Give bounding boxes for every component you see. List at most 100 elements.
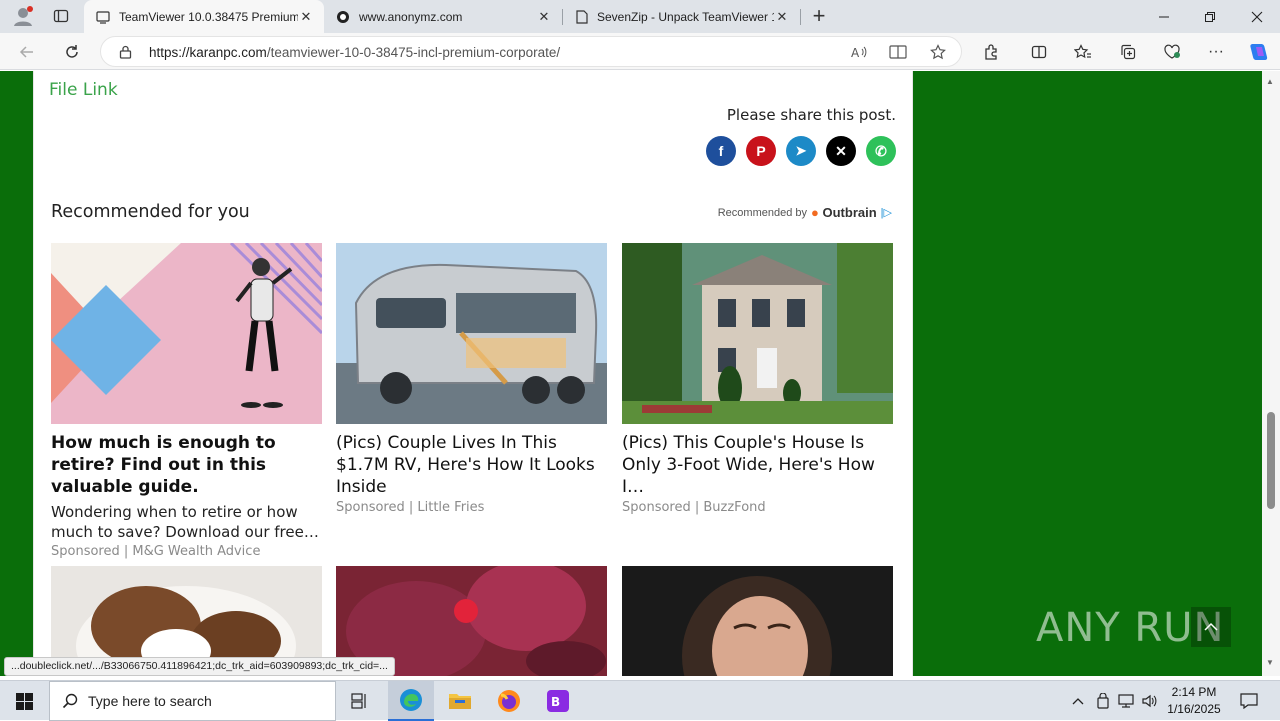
outbrain-logo: ● Outbrain <box>811 205 877 220</box>
card-sponsor: Sponsored | BuzzFond <box>622 500 766 515</box>
tab-teamviewer[interactable]: TeamViewer 10.0.38475 Premium ✕ <box>84 0 324 33</box>
card-sponsor: Sponsored | M&G Wealth Advice <box>51 544 261 559</box>
clock-time: 2:14 PM <box>1171 685 1217 699</box>
new-tab-button[interactable]: + <box>806 3 832 29</box>
page-scrollbar[interactable]: ▲ ▼ <box>1262 71 1280 676</box>
page-icon <box>96 10 110 24</box>
url-text[interactable]: https://karanpc.com/teamviewer-10-0-3847… <box>149 45 560 60</box>
tab-actions-icon[interactable] <box>46 3 76 29</box>
taskbar-edge[interactable] <box>388 681 434 721</box>
ad-choices-icon[interactable]: |▷ <box>881 206 892 219</box>
close-window-button[interactable] <box>1234 0 1280 33</box>
volume-icon[interactable] <box>1140 681 1160 721</box>
collections-icon[interactable] <box>1113 37 1143 67</box>
favorites-icon[interactable] <box>1068 37 1098 67</box>
recommendation-card[interactable]: (Pics) Couple Lives In This $1.7M RV, He… <box>336 243 607 515</box>
share-buttons: f P ➤ ✕ ✆ <box>706 136 896 166</box>
whatsapp-icon: ✆ <box>875 142 887 159</box>
recommendation-card[interactable]: (Pics) This Couple's House Is Only 3-Foo… <box>622 243 893 515</box>
whatsapp-share-button[interactable]: ✆ <box>866 136 896 166</box>
tray-security-icon[interactable] <box>1093 681 1113 721</box>
tab-strip: TeamViewer 10.0.38475 Premium ✕ www.anon… <box>0 0 1280 33</box>
back-button[interactable] <box>12 37 42 67</box>
close-tab-icon[interactable]: ✕ <box>774 9 790 25</box>
card-description: Wondering when to retire or how much to … <box>51 503 304 541</box>
recommended-heading: Recommended for you <box>51 202 250 222</box>
card-headline[interactable]: (Pics) Couple Lives In This $1.7M RV, He… <box>336 432 607 498</box>
app-icon: B <box>547 690 569 712</box>
search-placeholder: Type here to search <box>88 693 212 709</box>
immersive-reader-icon[interactable] <box>883 37 913 67</box>
minimize-button[interactable] <box>1141 0 1187 33</box>
windows-taskbar: Type here to search B 2:14 PM 1/16/2025 <box>0 680 1280 721</box>
firefox-icon <box>498 690 520 712</box>
card-headline[interactable]: How much is enough to retire? Find out i… <box>51 432 322 498</box>
task-view-button[interactable] <box>340 681 380 721</box>
card-sponsor: Sponsored | Little Fries <box>336 500 485 515</box>
favorite-star-icon[interactable] <box>923 37 953 67</box>
card-image-retirement[interactable] <box>51 243 322 424</box>
task-view-icon <box>351 693 366 709</box>
read-aloud-icon[interactable]: A <box>844 37 874 67</box>
tab-anonymz[interactable]: www.anonymz.com ✕ <box>324 0 562 33</box>
pinterest-icon: P <box>756 143 766 159</box>
taskbar-file-explorer[interactable] <box>437 681 483 721</box>
chevron-up-icon <box>1204 622 1218 631</box>
taskbar-firefox[interactable] <box>486 681 532 721</box>
copilot-icon[interactable] <box>1243 37 1273 67</box>
start-button[interactable] <box>0 681 48 721</box>
browser-essentials-icon[interactable] <box>1157 37 1187 67</box>
card-image-portrait[interactable] <box>622 566 893 676</box>
svg-text:B: B <box>551 695 560 709</box>
show-hidden-icons-chevron[interactable] <box>1068 681 1088 721</box>
card-image-rv[interactable] <box>336 243 607 424</box>
x-share-button[interactable]: ✕ <box>826 136 856 166</box>
close-tab-icon[interactable]: ✕ <box>536 9 552 25</box>
card-image-house[interactable] <box>622 243 893 424</box>
recommendation-card[interactable]: How much is enough to retire? Find out i… <box>51 243 322 559</box>
card-headline[interactable]: (Pics) This Couple's House Is Only 3-Foo… <box>622 432 893 498</box>
taskbar-app[interactable]: B <box>535 681 581 721</box>
outbrain-attribution[interactable]: Recommended by ● Outbrain |▷ <box>718 205 892 220</box>
facebook-icon: f <box>718 143 724 159</box>
extensions-icon[interactable] <box>976 37 1006 67</box>
share-prompt: Please share this post. <box>726 106 896 124</box>
pinterest-share-button[interactable]: P <box>746 136 776 166</box>
file-link-heading[interactable]: File Link <box>49 80 118 100</box>
scroll-up-arrow[interactable]: ▲ <box>1266 77 1274 86</box>
split-screen-icon[interactable] <box>1024 37 1054 67</box>
tab-sevenzip[interactable]: SevenZip - Unpack TeamViewer 1 ✕ <box>564 0 800 33</box>
refresh-button[interactable] <box>57 37 87 67</box>
facebook-share-button[interactable]: f <box>706 136 736 166</box>
network-icon[interactable] <box>1116 681 1136 721</box>
restore-button[interactable] <box>1187 0 1233 33</box>
x-icon: ✕ <box>835 142 847 159</box>
close-tab-icon[interactable]: ✕ <box>298 9 314 25</box>
url-path: /teamviewer-10-0-38475-incl-premium-corp… <box>266 45 561 60</box>
profile-avatar[interactable] <box>8 3 38 29</box>
recommended-by-label: Recommended by <box>717 206 808 219</box>
chevron-up-icon <box>1072 698 1084 705</box>
recommendation-card[interactable] <box>622 566 893 676</box>
telegram-share-button[interactable]: ➤ <box>786 136 816 166</box>
notifications-button[interactable] <box>1234 681 1264 721</box>
page-background-left <box>0 71 4 676</box>
scroll-down-arrow[interactable]: ▼ <box>1266 658 1274 667</box>
article-content: File Link Please share this post. f P ➤ … <box>33 71 913 676</box>
web-page: File Link Please share this post. f P ➤ … <box>0 71 1262 676</box>
taskbar-search-box[interactable]: Type here to search <box>49 681 336 721</box>
windows-logo-icon <box>15 692 33 710</box>
tab-title: SevenZip - Unpack TeamViewer 1 <box>597 9 774 24</box>
scroll-to-top-button[interactable] <box>1191 607 1231 647</box>
clock-date: 1/16/2025 <box>1167 702 1221 716</box>
lock-icon[interactable] <box>119 45 132 59</box>
navigation-toolbar: https://karanpc.com/teamviewer-10-0-3847… <box>0 33 1280 70</box>
tab-divider <box>800 9 801 25</box>
scroll-thumb[interactable] <box>1267 412 1275 509</box>
address-bar[interactable]: https://karanpc.com/teamviewer-10-0-3847… <box>100 36 962 67</box>
system-clock[interactable]: 2:14 PM 1/16/2025 <box>1158 684 1230 718</box>
svg-text:A: A <box>851 46 860 59</box>
settings-more-icon[interactable]: ··· <box>1201 37 1231 67</box>
tab-divider <box>562 9 563 25</box>
search-icon <box>62 693 78 709</box>
